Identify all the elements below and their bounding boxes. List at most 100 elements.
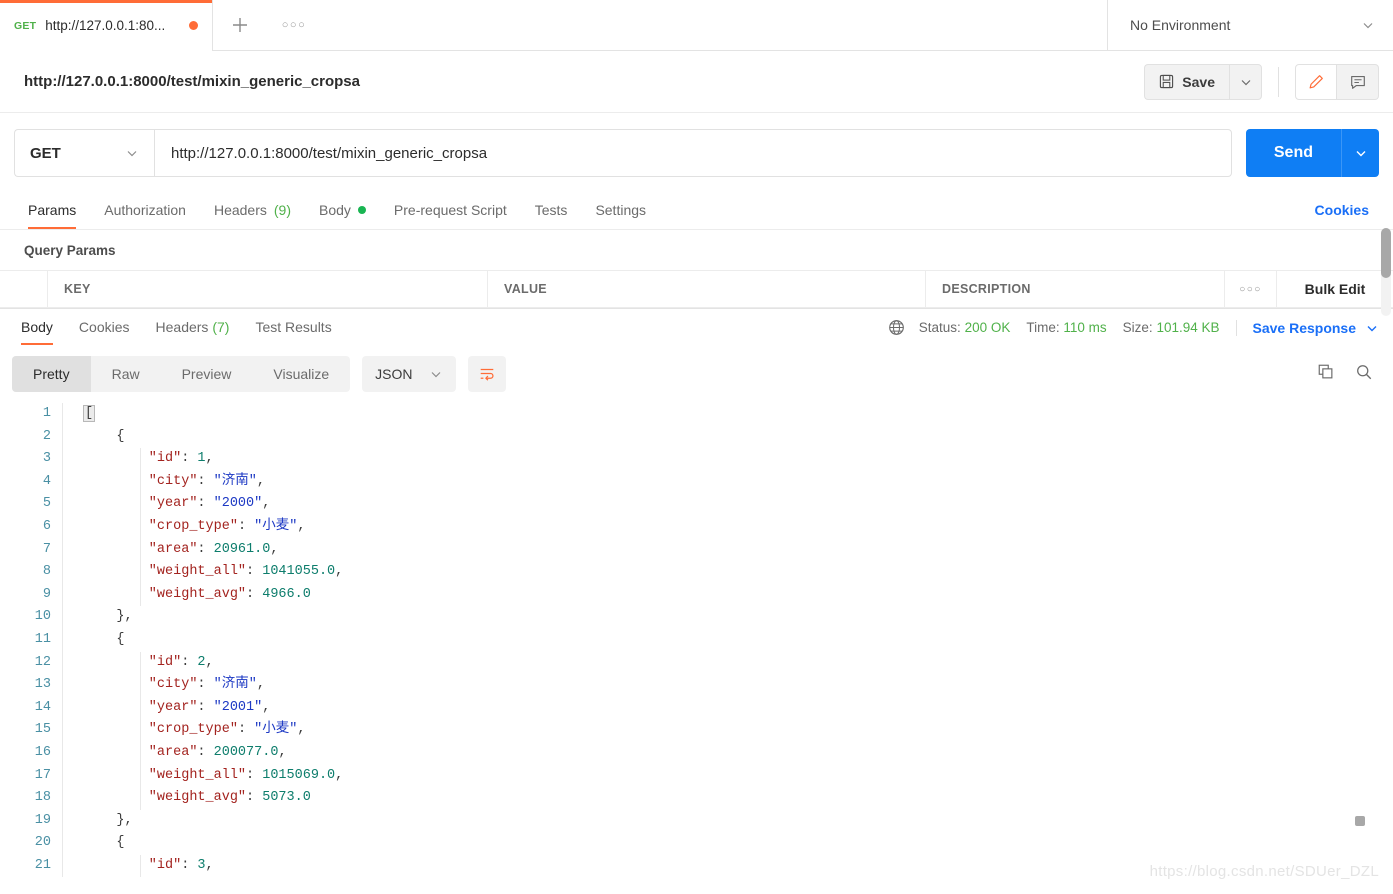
url-input[interactable]: http://127.0.0.1:8000/test/mixin_generic… bbox=[154, 129, 1232, 177]
json-punctuation: : bbox=[197, 496, 214, 512]
json-punctuation: { bbox=[84, 835, 125, 851]
comment-request-button[interactable] bbox=[1337, 63, 1379, 100]
line-number: 21 bbox=[34, 857, 51, 873]
tab-params[interactable]: Params bbox=[14, 202, 90, 229]
edit-request-button[interactable] bbox=[1295, 63, 1337, 100]
request-tab-method: GET bbox=[14, 19, 37, 32]
json-number: 2 bbox=[197, 654, 206, 670]
response-body-toolbar: Pretty Raw Preview Visualize JSON bbox=[0, 345, 1393, 403]
send-button[interactable]: Send bbox=[1245, 129, 1341, 177]
response-body-code[interactable]: 1 2 3 4 5 6 7 8 9 10 11 12 13 14 15 16 17 18 19 20 21 [ { "i… bbox=[0, 403, 1393, 881]
word-wrap-icon bbox=[480, 368, 494, 381]
indent-guide bbox=[140, 651, 141, 675]
indent-guide bbox=[140, 741, 141, 765]
json-key: "crop_type" bbox=[84, 518, 238, 534]
query-params-more-button[interactable]: ○○○ bbox=[1225, 271, 1277, 307]
code-line: [ bbox=[83, 403, 1393, 426]
tab-settings[interactable]: Settings bbox=[581, 202, 660, 229]
line-number: 5 bbox=[42, 496, 51, 512]
code-line: "weight_avg": 4966.0 bbox=[84, 583, 1393, 607]
tab-authorization[interactable]: Authorization bbox=[90, 202, 200, 229]
view-mode-visualize[interactable]: Visualize bbox=[252, 356, 350, 392]
response-tab-body[interactable]: Body bbox=[8, 319, 66, 345]
bulk-edit-button[interactable]: Bulk Edit bbox=[1277, 271, 1393, 307]
http-method-selector[interactable]: GET bbox=[14, 129, 154, 177]
request-tabs: Params Authorization Headers (9) Body Pre… bbox=[0, 193, 1393, 229]
tab-body[interactable]: Body bbox=[305, 202, 380, 229]
search-button[interactable] bbox=[1355, 363, 1373, 386]
http-method-value: GET bbox=[30, 144, 61, 162]
line-number: 1 bbox=[42, 406, 51, 421]
save-options-button[interactable] bbox=[1229, 63, 1262, 100]
code-scrollbar[interactable] bbox=[1355, 408, 1379, 878]
json-punctuation: , bbox=[256, 677, 265, 693]
request-tab[interactable]: GET http://127.0.0.1:80... bbox=[0, 0, 213, 51]
view-mode-group: Pretty Raw Preview Visualize bbox=[12, 356, 351, 392]
save-response-button[interactable]: Save Response bbox=[1235, 319, 1380, 336]
request-title-bar: http://127.0.0.1:8000/test/mixin_generic… bbox=[0, 51, 1393, 113]
json-number: 4966.0 bbox=[262, 586, 311, 602]
line-number: 7 bbox=[42, 541, 51, 557]
response-tab-cookies[interactable]: Cookies bbox=[66, 319, 143, 345]
tab-headers-label: Headers bbox=[213, 202, 267, 218]
globe-icon bbox=[888, 319, 905, 336]
search-icon bbox=[1357, 364, 1372, 379]
code-content[interactable]: [ { "id": 1, "city": "济南", "year": "2000… bbox=[62, 403, 1393, 878]
indent-guide bbox=[140, 448, 141, 471]
code-line: "id": 2, bbox=[84, 651, 1393, 675]
tab-headers[interactable]: Headers (9) bbox=[200, 202, 305, 229]
response-tab-headers[interactable]: Headers (7) bbox=[143, 319, 243, 345]
json-punctuation: , bbox=[297, 518, 306, 534]
query-params-title: Query Params bbox=[24, 243, 116, 258]
tab-pre-request-script[interactable]: Pre-request Script bbox=[380, 202, 521, 229]
code-scrollbar-thumb[interactable] bbox=[1355, 816, 1365, 826]
indent-guide bbox=[140, 470, 141, 494]
json-key: "crop_type" bbox=[84, 722, 238, 738]
view-mode-raw[interactable]: Raw bbox=[91, 356, 161, 392]
response-tab-test-results[interactable]: Test Results bbox=[242, 319, 344, 345]
json-punctuation: , bbox=[335, 564, 344, 580]
send-options-button[interactable] bbox=[1341, 129, 1379, 177]
json-number: 3 bbox=[197, 857, 206, 873]
indent-guide bbox=[140, 787, 141, 810]
word-wrap-button[interactable] bbox=[467, 356, 506, 392]
column-header-description: DESCRIPTION bbox=[926, 271, 1225, 307]
line-number: 14 bbox=[34, 699, 51, 715]
tab-authorization-label: Authorization bbox=[104, 202, 186, 218]
cookies-link[interactable]: Cookies bbox=[1315, 202, 1379, 229]
code-line: "area": 20961.0, bbox=[84, 538, 1393, 562]
json-punctuation: { bbox=[84, 428, 125, 444]
indent-guide bbox=[140, 854, 141, 878]
copy-button[interactable] bbox=[1317, 363, 1335, 386]
save-button[interactable]: Save bbox=[1144, 63, 1229, 100]
response-body-actions bbox=[1317, 363, 1379, 386]
chevron-down-icon bbox=[1356, 151, 1365, 157]
tab-bar: GET http://127.0.0.1:80... ○○○ No Enviro… bbox=[0, 0, 1393, 51]
json-punctuation: }, bbox=[84, 812, 133, 828]
params-scrollbar-thumb[interactable] bbox=[1381, 228, 1391, 278]
response-tab-headers-label: Headers bbox=[155, 319, 209, 335]
line-number: 17 bbox=[34, 767, 51, 783]
tab-more-button[interactable]: ○○○ bbox=[267, 0, 321, 50]
new-tab-button[interactable] bbox=[213, 0, 267, 50]
params-scrollbar[interactable] bbox=[1381, 228, 1391, 316]
save-response-label: Save Response bbox=[1252, 319, 1357, 336]
environment-selector[interactable]: No Environment bbox=[1107, 0, 1393, 50]
json-punctuation: : bbox=[246, 564, 263, 580]
tab-params-label: Params bbox=[28, 202, 77, 218]
response-tabs: Body Cookies Headers (7) Test Results St… bbox=[0, 309, 1393, 345]
response-format-selector[interactable]: JSON bbox=[362, 356, 456, 392]
tab-tests-label: Tests bbox=[534, 202, 568, 218]
code-line: "year": "2000", bbox=[84, 493, 1393, 516]
url-bar: GET http://127.0.0.1:8000/test/mixin_gen… bbox=[0, 113, 1393, 193]
json-number: 20961.0 bbox=[213, 541, 271, 557]
json-string: "2000" bbox=[213, 496, 263, 512]
tab-settings-label: Settings bbox=[595, 202, 647, 218]
json-punctuation: [ bbox=[83, 405, 96, 422]
json-punctuation: : bbox=[197, 699, 214, 715]
view-mode-pretty[interactable]: Pretty bbox=[12, 356, 91, 392]
tab-tests[interactable]: Tests bbox=[521, 202, 582, 229]
view-mode-preview[interactable]: Preview bbox=[161, 356, 253, 392]
time-segment: Time: 110 ms bbox=[1026, 320, 1106, 335]
line-number: 13 bbox=[34, 677, 51, 693]
